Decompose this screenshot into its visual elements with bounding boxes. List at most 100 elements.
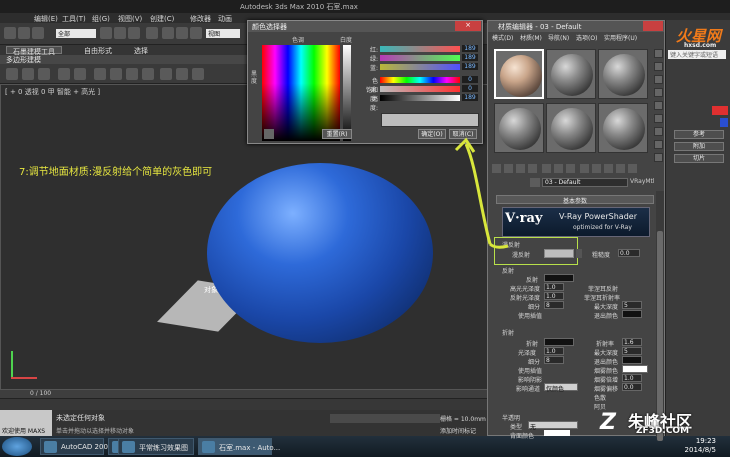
me-menu-navigation[interactable]: 导航(N) (548, 33, 569, 42)
rotate-icon[interactable] (176, 27, 188, 39)
saturation-slider[interactable]: 饱和度: 0 (364, 85, 480, 103)
me-menu-utilities[interactable]: 实用程序(U) (604, 33, 637, 42)
refract-color-swatch[interactable] (544, 338, 574, 346)
reset-map-icon[interactable] (528, 164, 537, 173)
me-menu-material[interactable]: 材质(M) (520, 33, 542, 42)
use-interp-label[interactable]: 使用插值 (518, 366, 542, 375)
system-clock[interactable]: 19:23 2014/8/5 (685, 437, 716, 455)
fog-color-swatch[interactable] (622, 365, 648, 373)
curve-editor-icon[interactable] (110, 68, 122, 80)
close-button[interactable]: × (455, 21, 481, 31)
refl-gloss-field[interactable]: 1.0 (544, 292, 564, 300)
angle-snap-icon[interactable] (22, 68, 34, 80)
align-icon[interactable] (74, 68, 86, 80)
put-to-library-icon[interactable] (566, 164, 575, 173)
make-preview-icon[interactable] (654, 114, 663, 123)
back-color-swatch[interactable] (544, 430, 570, 436)
render-frame-icon[interactable] (176, 68, 188, 80)
material-slot-6[interactable] (598, 103, 648, 153)
slider-track[interactable] (380, 77, 460, 83)
render-icon[interactable] (192, 68, 204, 80)
redo-icon[interactable] (18, 27, 30, 39)
slider-value[interactable]: 189 (462, 63, 478, 70)
cmd-button-2[interactable]: 附加 (674, 142, 724, 151)
ok-button[interactable]: 确定(O) (418, 129, 446, 139)
dialog-titlebar[interactable]: 颜色选择器 × (248, 21, 482, 32)
dispersion-label[interactable]: 色散 (594, 393, 606, 402)
mirror-icon[interactable] (58, 68, 70, 80)
video-check-icon[interactable] (654, 101, 663, 110)
slider-value[interactable]: 189 (462, 94, 478, 101)
fog-mult-field[interactable]: 1.0 (622, 374, 642, 382)
exit-color-swatch[interactable] (622, 310, 642, 318)
material-id-icon[interactable] (580, 164, 589, 173)
reference-coord-dropdown[interactable]: 视图 (206, 29, 240, 38)
task-autocad[interactable]: AutoCAD 2008 (40, 438, 112, 455)
scale-icon[interactable] (190, 27, 202, 39)
basic-parameters-rollout[interactable]: 基本参数 (496, 195, 654, 205)
percent-snap-icon[interactable] (38, 68, 50, 80)
track-bar[interactable] (0, 398, 490, 410)
eyedropper-icon[interactable] (264, 129, 274, 139)
material-editor-scrollbar[interactable] (656, 191, 664, 441)
material-slot-2[interactable] (546, 49, 596, 99)
hue-slider[interactable]: 色调: 0 (364, 76, 480, 94)
cmd-button-1[interactable]: 参考 (674, 130, 724, 139)
task-folder[interactable]: 平常练习效果图 (118, 438, 194, 455)
diffuse-color-swatch[interactable] (544, 249, 574, 258)
select-object-icon[interactable] (100, 27, 112, 39)
glossiness-field[interactable]: 1.0 (544, 347, 564, 355)
material-slot-5[interactable] (546, 103, 596, 153)
poly-modeling-bar[interactable]: 多边形建模 (0, 55, 250, 64)
me-menu-mode[interactable]: 模式(D) (492, 33, 513, 42)
background-icon[interactable] (654, 75, 663, 84)
slider-track[interactable] (380, 64, 460, 70)
backlight-icon[interactable] (654, 62, 663, 71)
hilight-gloss-field[interactable]: 1.0 (544, 283, 564, 291)
layer-icon[interactable] (94, 68, 106, 80)
snap-icon[interactable] (6, 68, 18, 80)
affect-shadows-label[interactable]: 影响阴影 (518, 375, 542, 384)
reflect-color-swatch[interactable] (544, 274, 574, 282)
roughness-field[interactable]: 0.0 (618, 249, 640, 257)
close-icon[interactable] (643, 21, 663, 31)
refr-exit-color-swatch[interactable] (622, 356, 642, 364)
task-3dsmax[interactable]: 石室.max - Auto... (198, 438, 280, 455)
green-slider[interactable]: 绿: 189 (364, 54, 480, 63)
rect-selection-icon[interactable] (128, 27, 140, 39)
options-icon[interactable] (654, 127, 663, 136)
tab-graphite[interactable]: 石墨建模工具 (6, 46, 62, 56)
modifier-color-swatch[interactable] (720, 118, 728, 127)
material-slot-3[interactable] (598, 49, 648, 99)
delete-icon[interactable] (542, 164, 551, 173)
refr-max-depth-field[interactable]: 5 (622, 347, 642, 355)
show-end-result-icon[interactable] (604, 164, 613, 173)
slider-value[interactable]: 0 (462, 85, 478, 92)
assign-material-icon[interactable] (516, 164, 525, 173)
cmd-button-3[interactable]: 切片 (674, 154, 724, 163)
refr-subdivs-field[interactable]: 8 (544, 356, 564, 364)
move-icon[interactable] (162, 27, 174, 39)
tab-selection[interactable]: 选择 (128, 46, 154, 55)
value-slider[interactable]: 亮度: 189 (364, 94, 480, 112)
time-slider[interactable]: 0 / 100 (0, 390, 490, 398)
whiteness-slider[interactable] (343, 45, 351, 141)
maxscript-listener[interactable]: 欢迎使用 MAXS (0, 410, 52, 436)
undo-icon[interactable] (4, 27, 16, 39)
select-by-material-icon[interactable] (654, 140, 663, 149)
viewport-label[interactable]: [ + 0 透视 0 甲 智能 + 高光 ] (5, 87, 100, 97)
link-icon[interactable] (32, 27, 44, 39)
coordinate-fields[interactable] (330, 414, 440, 423)
material-editor-icon[interactable] (142, 68, 154, 80)
material-navigator-icon[interactable] (654, 153, 663, 162)
make-unique-icon[interactable] (554, 164, 563, 173)
start-button[interactable] (2, 437, 32, 456)
selection-filter-dropdown[interactable]: 全部 (56, 29, 96, 38)
window-crossing-icon[interactable] (146, 27, 158, 39)
affect-channels-dropdown[interactable]: 仅颜色 (544, 383, 578, 393)
slider-track[interactable] (380, 86, 460, 92)
schematic-icon[interactable] (126, 68, 138, 80)
fog-bias-field[interactable]: 0.0 (622, 383, 642, 391)
material-type-button[interactable]: VRayMtl (630, 178, 660, 187)
material-editor-titlebar[interactable]: 材质编辑器 - 03 - Default (488, 21, 664, 32)
